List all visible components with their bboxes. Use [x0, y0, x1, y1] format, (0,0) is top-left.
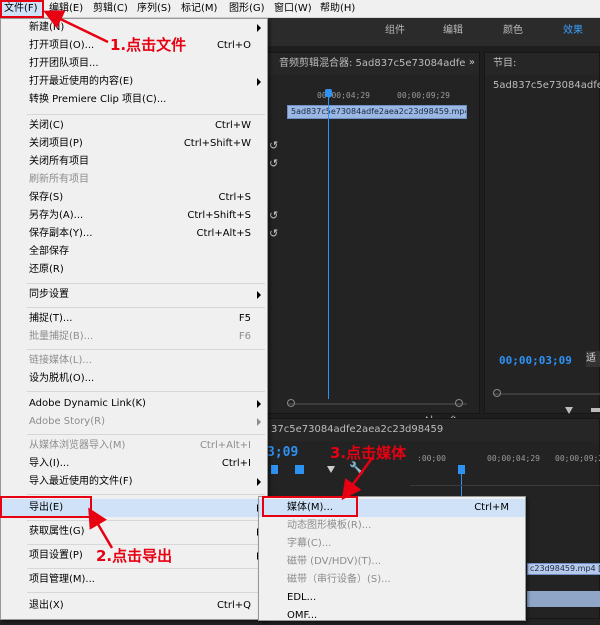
- arrow-to-file: [43, 10, 109, 44]
- arrow-to-export: [88, 507, 114, 549]
- arrow-to-media: [341, 457, 374, 501]
- annotation-arrows: [43, 10, 374, 549]
